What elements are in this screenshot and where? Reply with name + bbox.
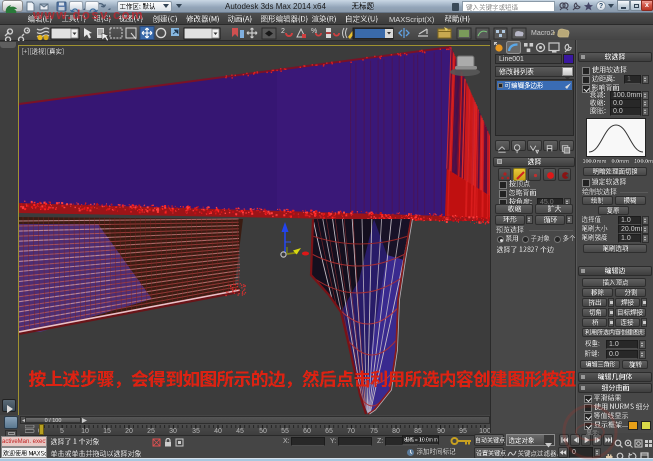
- svg-text:2: 2: [281, 28, 285, 35]
- svg-text:Macro2: Macro2: [531, 30, 554, 37]
